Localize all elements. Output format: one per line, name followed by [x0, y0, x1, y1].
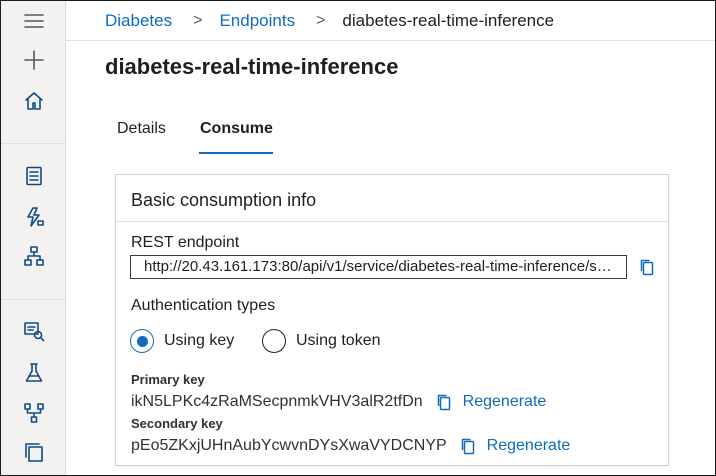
- radio-using-token[interactable]: Using token: [262, 329, 381, 353]
- rail-divider: [1, 143, 66, 144]
- selected-tab-indicator: [199, 152, 273, 154]
- radio-label-using-key: Using key: [164, 332, 235, 349]
- primary-key-label: Primary key: [131, 372, 205, 387]
- tab-details[interactable]: Details: [117, 120, 166, 138]
- designer-icon[interactable]: [19, 241, 49, 271]
- breadcrumb-item-endpoints[interactable]: Endpoints: [219, 11, 295, 31]
- home-icon[interactable]: [19, 86, 49, 116]
- primary-key-value: ikN5LPKc4zRaMSecpnmkVHV3alR2tfDn: [131, 393, 423, 410]
- breadcrumb-current: diabetes-real-time-inference: [342, 11, 555, 30]
- header-divider: [66, 40, 715, 41]
- radio-label-using-token: Using token: [296, 332, 381, 349]
- card-divider: [116, 221, 668, 222]
- rest-endpoint-label: REST endpoint: [131, 234, 240, 251]
- authentication-types-label: Authentication types: [131, 297, 276, 314]
- radio-using-key[interactable]: Using key: [130, 329, 234, 353]
- rest-endpoint-field[interactable]: http://20.43.161.173:80/api/v1/service/d…: [130, 255, 627, 279]
- notebook-icon[interactable]: [19, 161, 49, 191]
- secondary-key-value: pEo5ZKxjUHnAubYcwvnDYsXwaVYDCNYP: [131, 437, 447, 454]
- radio-button[interactable]: [262, 329, 286, 353]
- hamburger-icon[interactable]: [19, 6, 49, 36]
- radio-dot: [136, 335, 148, 347]
- copy-icon[interactable]: [637, 257, 657, 277]
- radio-button-selected[interactable]: [130, 329, 154, 353]
- consumption-info-card: Basic consumption info REST endpoint htt…: [115, 174, 669, 466]
- primary-key-row: ikN5LPKc4zRaMSecpnmkVHV3alR2tfDn Regener…: [131, 392, 546, 412]
- automl-icon[interactable]: [19, 202, 49, 232]
- datasets-icon[interactable]: [19, 316, 49, 346]
- regenerate-primary-key-link[interactable]: Regenerate: [463, 393, 547, 411]
- tab-consume[interactable]: Consume: [200, 120, 273, 138]
- page-title: diabetes-real-time-inference: [105, 54, 399, 79]
- chevron-right-icon: >: [316, 12, 326, 29]
- left-nav-rail: [1, 1, 66, 475]
- copy-icon[interactable]: [434, 392, 454, 412]
- chevron-right-icon: >: [193, 12, 203, 29]
- pipelines-icon[interactable]: [19, 398, 49, 428]
- rail-divider: [1, 299, 66, 300]
- secondary-key-label: Secondary key: [131, 416, 223, 431]
- card-title: Basic consumption info: [131, 190, 317, 210]
- plus-icon[interactable]: [19, 45, 49, 75]
- breadcrumb-item-diabetes[interactable]: Diabetes: [105, 11, 172, 31]
- experiments-icon[interactable]: [19, 358, 49, 388]
- secondary-key-row: pEo5ZKxjUHnAubYcwvnDYsXwaVYDCNYP Regener…: [131, 436, 570, 456]
- models-icon[interactable]: [19, 437, 49, 467]
- regenerate-secondary-key-link[interactable]: Regenerate: [487, 437, 571, 455]
- copy-icon[interactable]: [458, 436, 478, 456]
- breadcrumb: Diabetes > Endpoints > diabetes-real-tim…: [105, 10, 554, 32]
